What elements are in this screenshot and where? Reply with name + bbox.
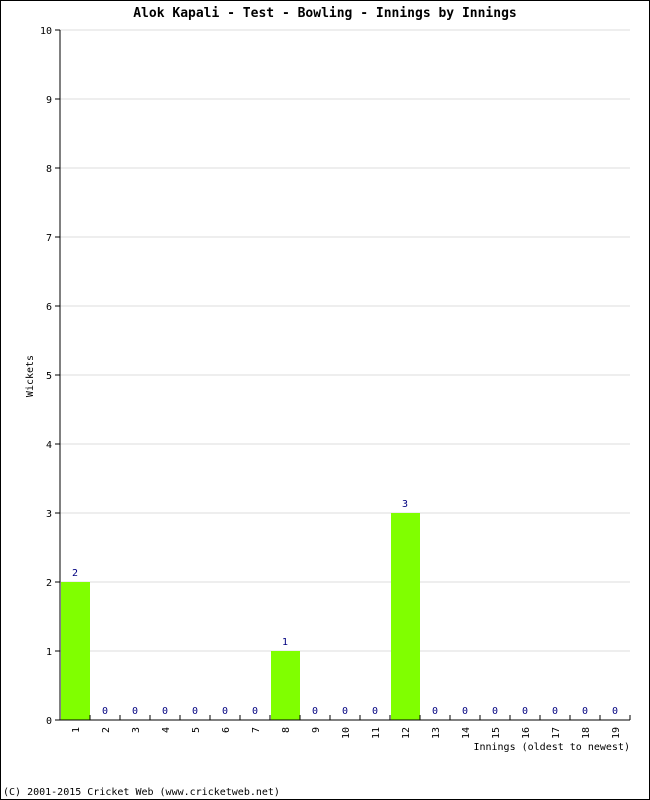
y-axis-label: Wickets bbox=[25, 355, 36, 397]
y-tick-label: 2 bbox=[46, 578, 52, 589]
x-tick-label: 6 bbox=[221, 727, 232, 733]
y-tick-label: 7 bbox=[46, 233, 52, 244]
grid-lines bbox=[60, 29, 630, 652]
bars bbox=[61, 513, 420, 720]
data-label: 0 bbox=[432, 706, 438, 717]
x-tick-label: 12 bbox=[401, 727, 412, 739]
chart-title: Alok Kapali - Test - Bowling - Innings b… bbox=[133, 6, 517, 21]
x-tick-label: 13 bbox=[431, 727, 442, 739]
data-label: 0 bbox=[162, 706, 168, 717]
x-tick-label: 9 bbox=[311, 727, 322, 733]
x-tick-label: 14 bbox=[461, 727, 472, 739]
data-label: 0 bbox=[552, 706, 558, 717]
x-tick-label: 19 bbox=[611, 727, 622, 739]
x-tick-label: 17 bbox=[551, 727, 562, 739]
bar-chart: Alok Kapali - Test - Bowling - Innings b… bbox=[3, 6, 631, 798]
data-label: 0 bbox=[312, 706, 318, 717]
y-tick-label: 10 bbox=[40, 26, 52, 37]
y-tick-label: 3 bbox=[46, 509, 52, 520]
x-tick-label: 5 bbox=[191, 727, 202, 733]
data-label: 0 bbox=[102, 706, 108, 717]
x-tick-labels: 1 2 3 4 5 6 7 8 9 10 11 12 13 14 15 16 17 18 19 bbox=[71, 727, 622, 739]
x-tick-label: 2 bbox=[101, 727, 112, 733]
bar bbox=[391, 513, 420, 720]
x-axis-label: Innings (oldest to newest) bbox=[473, 742, 630, 753]
bar bbox=[61, 582, 90, 720]
data-label: 0 bbox=[582, 706, 588, 717]
x-tick-label: 4 bbox=[161, 727, 172, 733]
x-tick-label: 18 bbox=[581, 727, 592, 739]
bar bbox=[271, 651, 300, 720]
data-label: 0 bbox=[522, 706, 528, 717]
y-tick-label: 1 bbox=[46, 647, 52, 658]
data-labels: 2 0 0 0 0 0 0 1 0 0 0 3 0 0 0 0 0 0 0 bbox=[72, 499, 618, 717]
data-label: 0 bbox=[612, 706, 618, 717]
x-tick-label: 7 bbox=[251, 727, 262, 733]
x-tick-label: 16 bbox=[521, 727, 532, 739]
x-tick-label: 10 bbox=[341, 727, 352, 739]
y-tick-label: 5 bbox=[46, 371, 52, 382]
x-tick-label: 15 bbox=[491, 727, 502, 739]
copyright-footer: (C) 2001-2015 Cricket Web (www.cricketwe… bbox=[3, 787, 280, 798]
y-tick-labels: 0 1 2 3 4 5 6 7 8 9 10 bbox=[40, 26, 52, 727]
data-label: 0 bbox=[252, 706, 258, 717]
x-tick-label: 11 bbox=[371, 727, 382, 739]
y-tick-label: 6 bbox=[46, 302, 52, 313]
data-label: 0 bbox=[342, 706, 348, 717]
y-tick-label: 8 bbox=[46, 164, 52, 175]
y-tick-label: 4 bbox=[46, 440, 52, 451]
data-label: 3 bbox=[402, 499, 408, 510]
data-label: 0 bbox=[192, 706, 198, 717]
data-label: 2 bbox=[72, 568, 78, 579]
data-label: 0 bbox=[222, 706, 228, 717]
y-tick-label: 9 bbox=[46, 95, 52, 106]
data-label: 0 bbox=[132, 706, 138, 717]
x-tick-label: 8 bbox=[281, 727, 292, 733]
y-tick-label: 0 bbox=[46, 716, 52, 727]
x-tick-label: 1 bbox=[71, 727, 82, 733]
data-label: 0 bbox=[492, 706, 498, 717]
data-label: 0 bbox=[372, 706, 378, 717]
x-tick-label: 3 bbox=[131, 727, 142, 733]
data-label: 0 bbox=[462, 706, 468, 717]
data-label: 1 bbox=[282, 637, 288, 648]
